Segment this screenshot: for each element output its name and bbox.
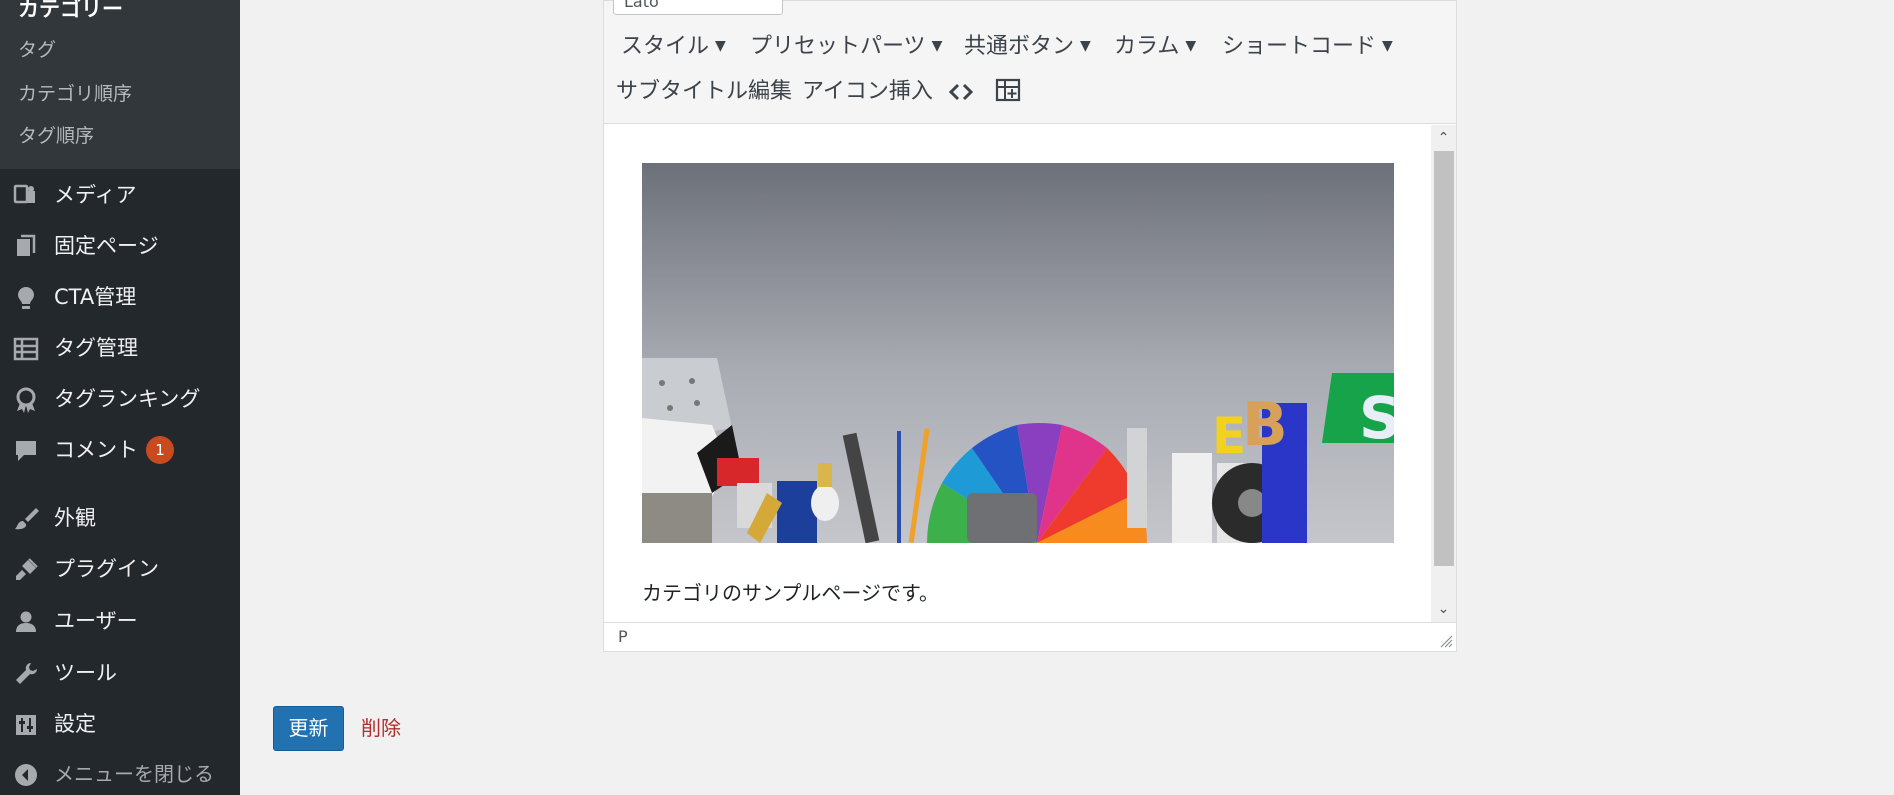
editor-toolbar: Lato スタイル ▼ プリセットパーツ ▼ 共通ボタン ▼ カラム ▼ ショートコード… — [604, 0, 1456, 124]
sidebar-item-label: 設定 — [54, 712, 96, 736]
submenu-item-categories[interactable]: カテゴリー — [18, 0, 123, 22]
comment-count-badge: 1 — [146, 436, 174, 464]
plugin-icon — [12, 556, 40, 584]
sidebar-item-label: ツール — [54, 661, 117, 685]
update-button[interactable]: 更新 — [273, 706, 344, 751]
sidebar-item-label: メディア — [54, 183, 137, 207]
user-icon — [12, 608, 40, 636]
pages-icon — [12, 233, 40, 261]
font-select[interactable]: Lato — [613, 0, 783, 15]
preset-parts-dropdown[interactable]: プリセットパーツ ▼ — [750, 31, 942, 62]
wrench-icon — [12, 660, 40, 688]
delete-link[interactable]: 削除 — [361, 715, 401, 741]
submenu-item-tag-order[interactable]: タグ順序 — [18, 124, 94, 148]
submenu-item-category-order[interactable]: カテゴリ順序 — [18, 82, 132, 106]
sidebar-item-tag-ranking[interactable]: タグランキング — [0, 376, 240, 422]
editor-content-area[interactable]: B E S カテゴリのサンプルページです。 — [604, 125, 1430, 622]
editor-scrollbar[interactable]: ⌃ ⌄ — [1431, 125, 1456, 622]
collapse-arrow-icon — [12, 761, 40, 789]
subtitle-edit-button[interactable]: サブタイトル編集 — [616, 77, 792, 107]
resize-handle-icon[interactable] — [1439, 634, 1453, 648]
scroll-down-icon[interactable]: ⌄ — [1431, 598, 1456, 620]
column-label: カラム — [1114, 34, 1180, 59]
posts-submenu: カテゴリー タグ カテゴリ順序 タグ順序 — [0, 0, 240, 169]
caret-down-icon: ▼ — [931, 38, 943, 54]
collapse-menu-button[interactable]: メニューを閉じる — [0, 751, 240, 795]
common-button-label: 共通ボタン — [964, 34, 1075, 59]
caret-down-icon: ▼ — [1080, 38, 1091, 54]
style-dropdown[interactable]: スタイル ▼ — [621, 31, 726, 62]
sidebar-item-label: コメント — [54, 438, 138, 462]
sidebar-item-tools[interactable]: ツール — [0, 650, 240, 696]
preset-parts-label: プリセットパーツ — [750, 34, 926, 59]
sidebar-item-label: タグ管理 — [54, 336, 138, 360]
sidebar-item-tag-management[interactable]: タグ管理 — [0, 325, 240, 371]
svg-text:E: E — [1212, 407, 1246, 465]
sidebar-item-appearance[interactable]: 外観 — [0, 495, 240, 541]
svg-text:B: B — [1242, 390, 1288, 460]
sidebar-item-plugins[interactable]: プラグイン — [0, 546, 240, 592]
featured-image: B E S — [642, 163, 1394, 543]
editor-statusbar: P — [604, 622, 1456, 651]
sidebar-item-label: タグランキング — [54, 387, 201, 411]
collapse-menu-label: メニューを閉じる — [54, 762, 214, 786]
sidebar-item-comments[interactable]: コメント 1 — [0, 427, 240, 473]
comment-icon — [12, 437, 40, 465]
insert-icon-button[interactable]: アイコン挿入 — [802, 77, 933, 107]
sidebar-item-label: CTA管理 — [54, 285, 137, 309]
shortcode-label: ショートコード — [1222, 34, 1377, 59]
content-editor: Lato スタイル ▼ プリセットパーツ ▼ 共通ボタン ▼ カラム ▼ ショートコード… — [603, 0, 1457, 652]
scroll-up-icon[interactable]: ⌃ — [1431, 127, 1456, 149]
sidebar-item-users[interactable]: ユーザー — [0, 598, 240, 644]
submenu-item-tags[interactable]: タグ — [18, 38, 56, 62]
column-dropdown[interactable]: カラム ▼ — [1114, 31, 1196, 62]
admin-sidebar: カテゴリー タグ カテゴリ順序 タグ順序 メディア 固定ページ CTA管理 タグ… — [0, 0, 240, 795]
svg-text:S: S — [1359, 384, 1394, 452]
appearance-brush-icon — [12, 505, 40, 533]
award-icon — [12, 386, 40, 414]
sidebar-item-label: 外観 — [54, 506, 96, 530]
media-icon — [12, 182, 40, 210]
common-button-dropdown[interactable]: 共通ボタン ▼ — [964, 31, 1091, 62]
list-icon — [12, 335, 40, 363]
table-insert-icon[interactable] — [994, 76, 1022, 104]
sidebar-item-label: プラグイン — [54, 557, 159, 581]
scroll-thumb[interactable] — [1434, 151, 1454, 566]
settings-sliders-icon — [12, 711, 40, 739]
shortcode-dropdown[interactable]: ショートコード ▼ — [1222, 31, 1393, 62]
sidebar-item-cta[interactable]: CTA管理 — [0, 274, 240, 320]
element-path[interactable]: P — [618, 627, 628, 647]
caret-down-icon: ▼ — [715, 38, 726, 54]
body-paragraph[interactable]: カテゴリのサンプルページです。 — [642, 578, 939, 608]
caret-down-icon: ▼ — [1382, 38, 1393, 54]
sidebar-item-pages[interactable]: 固定ページ — [0, 223, 240, 269]
sidebar-item-label: ユーザー — [54, 609, 138, 633]
sidebar-item-settings[interactable]: 設定 — [0, 701, 240, 747]
caret-down-icon: ▼ — [1185, 38, 1197, 54]
sidebar-item-label: 固定ページ — [54, 234, 159, 258]
code-icon[interactable] — [947, 78, 975, 106]
style-label: スタイル — [621, 34, 710, 59]
lightbulb-icon — [12, 284, 40, 312]
sidebar-item-media[interactable]: メディア — [0, 172, 240, 218]
